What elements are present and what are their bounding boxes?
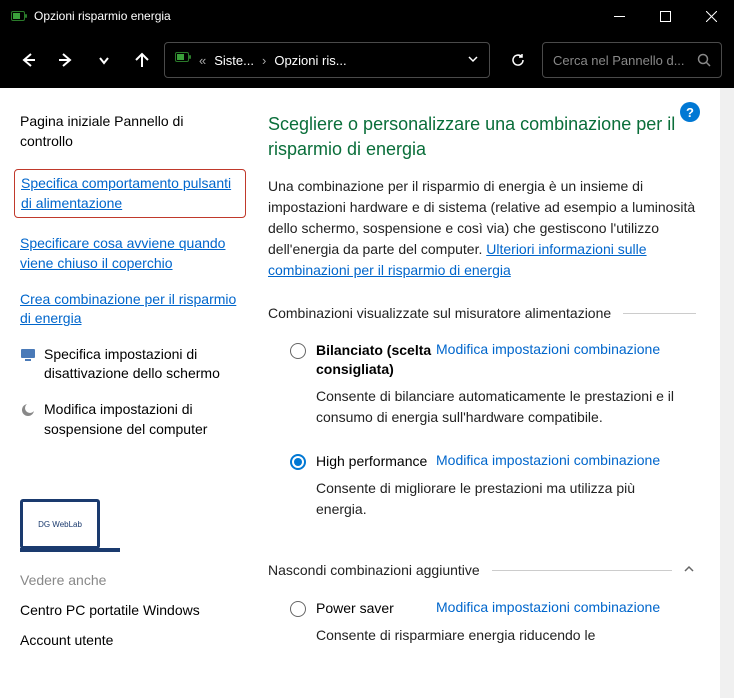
refresh-button[interactable] [500,42,536,78]
up-button[interactable] [126,44,158,76]
chevron-down-icon[interactable] [467,53,479,68]
back-button[interactable] [12,44,44,76]
see-also-label: Vedere anche [20,572,240,588]
change-plan-settings-link[interactable]: Modifica impostazioni combinazione [436,452,660,468]
monitor-icon [20,347,36,363]
sidebar-link-lid-close[interactable]: Specificare cosa avviene quando viene ch… [20,234,240,273]
related-link-user-accounts[interactable]: Account utente [20,632,240,648]
section-preferred-plans: Combinazioni visualizzate sul misuratore… [268,305,696,321]
moon-icon [20,402,36,418]
page-description: Una combinazione per il risparmio di ene… [268,176,696,281]
sidebar: Pagina iniziale Pannello di controllo Sp… [0,88,260,698]
radio-high-performance[interactable] [290,454,306,470]
close-button[interactable] [688,0,734,32]
sidebar-link-create-plan[interactable]: Crea combinazione per il risparmio di en… [20,290,240,329]
help-button[interactable]: ? [680,102,700,122]
change-plan-settings-link[interactable]: Modifica impostazioni combinazione [436,599,660,615]
app-icon [10,8,26,24]
control-panel-home-link[interactable]: Pagina iniziale Pannello di controllo [20,112,240,151]
chevron-right-icon: › [262,53,266,68]
plan-name: High performance [316,452,436,470]
address-bar[interactable]: « Siste... › Opzioni ris... [164,42,490,78]
recent-dropdown[interactable] [88,44,120,76]
page-heading: Scegliere o personalizzare una combinazi… [268,112,696,162]
breadcrumb-item[interactable]: Siste... [214,53,254,68]
related-link-mobility-center[interactable]: Centro PC portatile Windows [20,602,240,618]
power-plan-power-saver: Power saver Modifica impostazioni combin… [268,593,696,664]
breadcrumb-chevron: « [199,53,206,68]
minimize-button[interactable] [596,0,642,32]
main-content: ? Scegliere o personalizzare una combina… [260,88,720,698]
window-title: Opzioni risparmio energia [34,9,596,23]
navbar: « Siste... › Opzioni ris... Cerca nel Pa… [0,32,734,88]
radio-power-saver[interactable] [290,601,306,617]
brand-logo: DG WebLab [20,499,240,552]
breadcrumb-item[interactable]: Opzioni ris... [274,53,346,68]
power-plan-high-performance: High performance Modifica impostazioni c… [268,446,696,538]
sidebar-link-display-off[interactable]: Specifica impostazioni di disattivazione… [20,345,240,384]
forward-button[interactable] [50,44,82,76]
plan-name: Bilanciato (scelta consigliata) [316,341,436,377]
plan-name: Power saver [316,599,436,617]
scrollbar[interactable] [720,88,734,698]
change-plan-settings-link[interactable]: Modifica impostazioni combinazione [436,341,660,357]
battery-icon [175,52,191,68]
section-hide-additional[interactable]: Nascondi combinazioni aggiuntive [268,562,696,579]
sidebar-link-sleep-settings[interactable]: Modifica impostazioni di sospensione del… [20,400,240,439]
plan-description: Consente di migliorare le prestazioni ma… [316,478,696,520]
plan-description: Consente di risparmiare energia riducend… [316,625,696,646]
plan-description: Consente di bilanciare automaticamente l… [316,386,696,428]
search-input[interactable]: Cerca nel Pannello d... [542,42,722,78]
power-plan-balanced: Bilanciato (scelta consigliata) Modifica… [268,335,696,445]
sidebar-link-power-buttons[interactable]: Specifica comportamento pulsanti di alim… [14,169,246,218]
chevron-up-icon[interactable] [682,562,696,579]
maximize-button[interactable] [642,0,688,32]
titlebar: Opzioni risparmio energia [0,0,734,32]
search-placeholder: Cerca nel Pannello d... [553,53,697,68]
search-icon [697,53,711,67]
radio-balanced[interactable] [290,343,306,359]
